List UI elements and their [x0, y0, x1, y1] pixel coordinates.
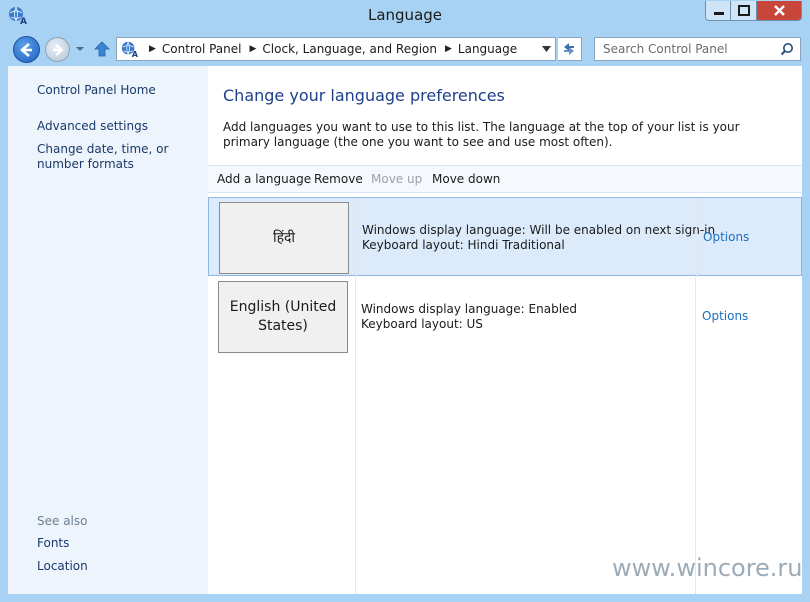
search-icon[interactable]: [780, 42, 794, 56]
refresh-button[interactable]: [558, 37, 582, 61]
page-title: Change your language preferences: [223, 86, 505, 105]
minimize-icon: [714, 12, 724, 15]
address-bar-row: A ▶ Control Panel ▶ Clock, Language, and…: [0, 32, 810, 66]
keyboard-layout: Keyboard layout: Hindi Traditional: [362, 238, 565, 252]
maximize-button[interactable]: [731, 1, 757, 21]
main-panel: Change your language preferences Add lan…: [208, 66, 802, 594]
column-divider: [355, 277, 356, 594]
sidebar: Control Panel Home Advanced settings Cha…: [8, 66, 208, 594]
content-area: Control Panel Home Advanced settings Cha…: [8, 66, 802, 594]
breadcrumb-separator-icon[interactable]: ▶: [149, 44, 156, 54]
close-icon: [774, 5, 785, 16]
forward-button[interactable]: [45, 37, 70, 62]
see-also-heading: See also: [37, 514, 88, 528]
column-divider: [696, 198, 697, 277]
options-link[interactable]: Options: [702, 309, 748, 323]
svg-text:A: A: [132, 49, 138, 58]
address-dropdown-chevron-down-icon[interactable]: [542, 46, 551, 52]
control-panel-icon: A: [121, 41, 138, 58]
search-input[interactable]: [595, 38, 775, 60]
up-arrow-icon[interactable]: [93, 40, 111, 58]
remove-button[interactable]: Remove: [314, 172, 363, 186]
window-title: Language: [367, 6, 443, 24]
move-up-button[interactable]: Move up: [371, 172, 422, 186]
breadcrumb-item-control-panel[interactable]: Control Panel: [162, 42, 242, 56]
options-link[interactable]: Options: [703, 230, 749, 244]
sidebar-link-control-panel-home[interactable]: Control Panel Home: [37, 83, 156, 98]
title-bar[interactable]: A Language: [0, 0, 810, 32]
column-divider: [356, 198, 357, 277]
language-row-english[interactable]: English (United States) Windows display …: [208, 277, 802, 594]
intro-text: Add languages you want to use to this li…: [223, 120, 740, 149]
language-details: Windows display language: Will be enable…: [362, 223, 715, 253]
sidebar-link-fonts[interactable]: Fonts: [37, 536, 69, 551]
breadcrumb-item-clock-language-region[interactable]: Clock, Language, and Region: [262, 42, 437, 56]
language-tile[interactable]: English (United States): [218, 281, 348, 353]
close-button[interactable]: [757, 1, 802, 21]
maximize-icon: [738, 5, 750, 16]
keyboard-layout: Keyboard layout: US: [361, 317, 483, 331]
refresh-icon: [564, 43, 574, 55]
watermark: www.wincore.ru: [612, 554, 803, 582]
language-tile[interactable]: हिंदी: [219, 202, 349, 274]
language-details: Windows display language: Enabled Keyboa…: [361, 302, 577, 332]
breadcrumb-path: ▶ Control Panel ▶ Clock, Language, and R…: [141, 38, 517, 60]
language-window: A Language A ▶ Control Panel ▶ Clock, La…: [0, 0, 810, 602]
sidebar-link-location[interactable]: Location: [37, 559, 88, 574]
display-language-status: Windows display language: Enabled: [361, 302, 578, 316]
language-row-hindi[interactable]: हिंदी Windows display language: Will be …: [208, 197, 802, 277]
language-toolbar: Add a language Remove Move up Move down: [208, 165, 802, 193]
display-language-status: Windows display language: Will be enable…: [362, 223, 716, 237]
back-button[interactable]: [13, 36, 40, 63]
language-list: हिंदी Windows display language: Will be …: [208, 195, 802, 594]
breadcrumb-separator-icon[interactable]: ▶: [250, 44, 257, 54]
breadcrumb-item-language[interactable]: Language: [458, 42, 517, 56]
minimize-button[interactable]: [705, 1, 731, 21]
column-divider: [695, 277, 696, 594]
move-down-button[interactable]: Move down: [432, 172, 500, 186]
breadcrumb[interactable]: A ▶ Control Panel ▶ Clock, Language, and…: [116, 37, 556, 61]
sidebar-link-advanced-settings[interactable]: Advanced settings: [37, 119, 148, 134]
arrow-left-icon: [20, 43, 32, 57]
recent-locations-chevron-down-icon[interactable]: [74, 44, 86, 54]
sidebar-link-change-date-time-formats[interactable]: Change date, time, or number formats: [37, 142, 207, 172]
add-language-button[interactable]: Add a language: [217, 172, 311, 186]
breadcrumb-separator-icon[interactable]: ▶: [445, 44, 452, 54]
search-box[interactable]: [594, 37, 801, 61]
arrow-right-icon: [53, 44, 64, 56]
